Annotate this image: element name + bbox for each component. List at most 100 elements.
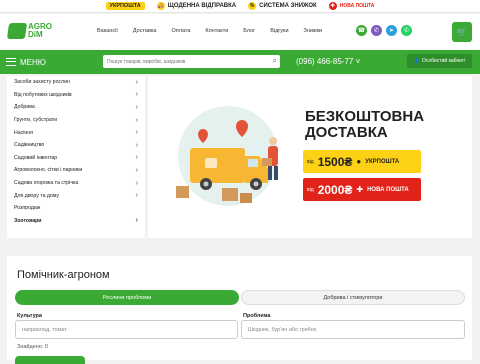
phone-number[interactable]: (096) 466-85-77 ˅ bbox=[296, 57, 360, 66]
menu-button[interactable]: МЕНЮ bbox=[6, 54, 54, 70]
chevron-right-icon: › bbox=[135, 154, 138, 162]
category-label: Зоотовари bbox=[14, 217, 42, 224]
user-icon: 👤 bbox=[413, 58, 420, 64]
ukr-brand: УКРПОШТА bbox=[365, 158, 400, 165]
search-input[interactable] bbox=[107, 58, 267, 65]
promo-daily: 🚚 ЩОДЕННА ВІДПРАВКА bbox=[156, 2, 237, 10]
nova-brand: НОВА ПОШТА bbox=[367, 186, 409, 193]
search-icon[interactable]: ⌕ bbox=[273, 56, 277, 66]
category-item[interactable]: Розпродаж bbox=[7, 202, 145, 215]
ukrposhta-badge: УКРПОШТА bbox=[105, 2, 145, 10]
logo[interactable]: AGRO DiM bbox=[6, 23, 52, 39]
nav-vacancies[interactable]: Вакансії bbox=[97, 28, 118, 34]
cart-icon: 🛒 bbox=[456, 26, 468, 37]
promo-discount-text: СИСТЕМА ЗНИЖОК bbox=[259, 3, 317, 9]
category-label: Садова огорожа та стрічка bbox=[14, 180, 79, 187]
promo-daily-text: ЩОДЕННА ВІДПРАВКА bbox=[167, 3, 237, 9]
chevron-right-icon: › bbox=[135, 192, 138, 200]
novaposhta-logo-icon: ✚ bbox=[356, 185, 364, 194]
category-item[interactable]: Садовий інвентар › bbox=[7, 152, 145, 165]
ukrposhta-offer: від 1500₴ ● УКРПОШТА bbox=[303, 150, 421, 173]
category-item[interactable]: Засоби захисту рослин › bbox=[7, 76, 145, 89]
category-sidebar: Засоби захисту рослин › Від побутових шкі… bbox=[7, 76, 145, 238]
chevron-right-icon: › bbox=[135, 116, 138, 124]
category-label: Садовий інвентар bbox=[14, 154, 58, 161]
category-label: Для двору та дому bbox=[14, 192, 60, 199]
category-item[interactable]: Садівництво › bbox=[7, 139, 145, 152]
nav-delivery[interactable]: Доставка bbox=[133, 28, 157, 34]
crop-input[interactable]: наприклад, томат bbox=[15, 320, 238, 339]
nova-sum: 2000₴ bbox=[317, 182, 353, 197]
promo-nova: ✚ НОВА ПОШТА bbox=[328, 2, 375, 10]
promo-discount: % СИСТЕМА ЗНИЖОК bbox=[248, 2, 317, 10]
nav-contacts[interactable]: Контакти bbox=[205, 28, 228, 34]
agronom-helper: Помічник-агроном Рослини проблеми Добрив… bbox=[7, 256, 472, 364]
banner-title-line1: БЕЗКОШТОВНА bbox=[305, 108, 425, 125]
found-count: Знайдено: 0 bbox=[17, 344, 48, 350]
tab-plant-problems[interactable]: Рослини проблеми bbox=[15, 290, 239, 305]
nav-discounts[interactable]: Знижки bbox=[304, 28, 323, 34]
ukr-from: від bbox=[307, 158, 314, 165]
nav-blog[interactable]: Блог bbox=[243, 28, 255, 34]
chevron-right-icon: › bbox=[135, 179, 138, 187]
category-item[interactable]: Зоотовари › bbox=[7, 215, 145, 228]
category-label: Від побутових шкідників bbox=[14, 91, 72, 98]
top-nav: Вакансії Доставка Оплата Контакти Блог В… bbox=[97, 28, 322, 34]
category-label: Агроволокно, сітки і парники bbox=[14, 167, 83, 174]
chevron-down-icon: ˅ bbox=[355, 57, 361, 66]
viber-icon[interactable]: ✆ bbox=[371, 25, 382, 36]
cart-button[interactable]: 🛒 bbox=[452, 22, 472, 42]
category-label: Розпродаж bbox=[14, 205, 41, 212]
chevron-right-icon: › bbox=[135, 166, 138, 174]
nav-payment[interactable]: Оплата bbox=[171, 28, 190, 34]
whatsapp-icon[interactable]: ✆ bbox=[401, 25, 412, 36]
search-box: ⌕ bbox=[103, 55, 280, 68]
site-header: AGRO DiM Вакансії Доставка Оплата Контак… bbox=[0, 14, 480, 50]
category-label: Добрива bbox=[14, 104, 35, 111]
novaposhta-badge: НОВА ПОШТА bbox=[339, 2, 375, 9]
chevron-right-icon: › bbox=[135, 129, 138, 137]
chevron-right-icon: › bbox=[135, 141, 138, 149]
promo-banner[interactable]: БЕЗКОШТОВНА ДОСТАВКА від 1500₴ ● УКРПОШТ… bbox=[148, 76, 472, 238]
logo-mark-icon bbox=[6, 23, 28, 39]
category-label: Насіння bbox=[14, 129, 33, 136]
tab-fertilizers[interactable]: Добрива і стимулятори bbox=[241, 290, 465, 305]
category-label: Садівництво bbox=[14, 142, 45, 149]
delivery-illustration bbox=[176, 106, 278, 206]
promo-bar: УКРПОШТА 🚚 ЩОДЕННА ВІДПРАВКА % СИСТЕМА З… bbox=[0, 0, 480, 13]
category-item[interactable]: Насіння › bbox=[7, 126, 145, 139]
category-item[interactable]: Для двору та дому › bbox=[7, 189, 145, 202]
nova-from: від bbox=[307, 186, 314, 193]
problem-input[interactable]: Шкідник, бур'ян або грибок bbox=[241, 320, 465, 339]
promo-ukrposhta: УКРПОШТА bbox=[105, 2, 145, 10]
results-button[interactable] bbox=[15, 356, 85, 364]
logo-line2: DiM bbox=[28, 30, 43, 39]
category-label: Засоби захисту рослин bbox=[14, 79, 70, 86]
nav-reviews[interactable]: Відгуки bbox=[270, 28, 288, 34]
telegram-icon[interactable]: ➤ bbox=[386, 25, 397, 36]
hamburger-icon bbox=[6, 58, 16, 66]
chevron-right-icon: › bbox=[135, 78, 138, 86]
cabinet-button[interactable]: 👤 Особистий кабінет bbox=[407, 54, 472, 68]
category-item[interactable]: Добрива › bbox=[7, 101, 145, 114]
category-item[interactable]: Від побутових шкідників › bbox=[7, 89, 145, 102]
crop-label: Культура bbox=[17, 313, 42, 319]
category-item[interactable]: Садова огорожа та стрічка › bbox=[7, 177, 145, 190]
ukrposhta-icon: ● bbox=[356, 157, 362, 166]
percent-icon: % bbox=[248, 2, 257, 10]
menu-label: МЕНЮ bbox=[20, 57, 46, 67]
category-item[interactable]: Агроволокно, сітки і парники › bbox=[7, 164, 145, 177]
novaposhta-offer: від 2000₴ ✚ НОВА ПОШТА bbox=[303, 178, 421, 201]
chevron-right-icon: › bbox=[135, 217, 138, 225]
category-item[interactable]: Грунти, субстрати › bbox=[7, 114, 145, 127]
cabinet-label: Особистий кабінет bbox=[421, 58, 466, 64]
category-label: Грунти, субстрати bbox=[14, 117, 58, 124]
social-links: ☎ ✆ ➤ ✆ bbox=[356, 25, 412, 36]
novaposhta-icon: ✚ bbox=[328, 2, 337, 10]
problem-label: Проблема bbox=[243, 313, 271, 319]
chevron-right-icon: › bbox=[135, 91, 138, 99]
banner-title: БЕЗКОШТОВНА ДОСТАВКА bbox=[305, 109, 424, 141]
ukr-sum: 1500₴ bbox=[317, 154, 353, 169]
phone-icon[interactable]: ☎ bbox=[356, 25, 367, 36]
phone-text: (096) 466-85-77 bbox=[296, 57, 354, 66]
